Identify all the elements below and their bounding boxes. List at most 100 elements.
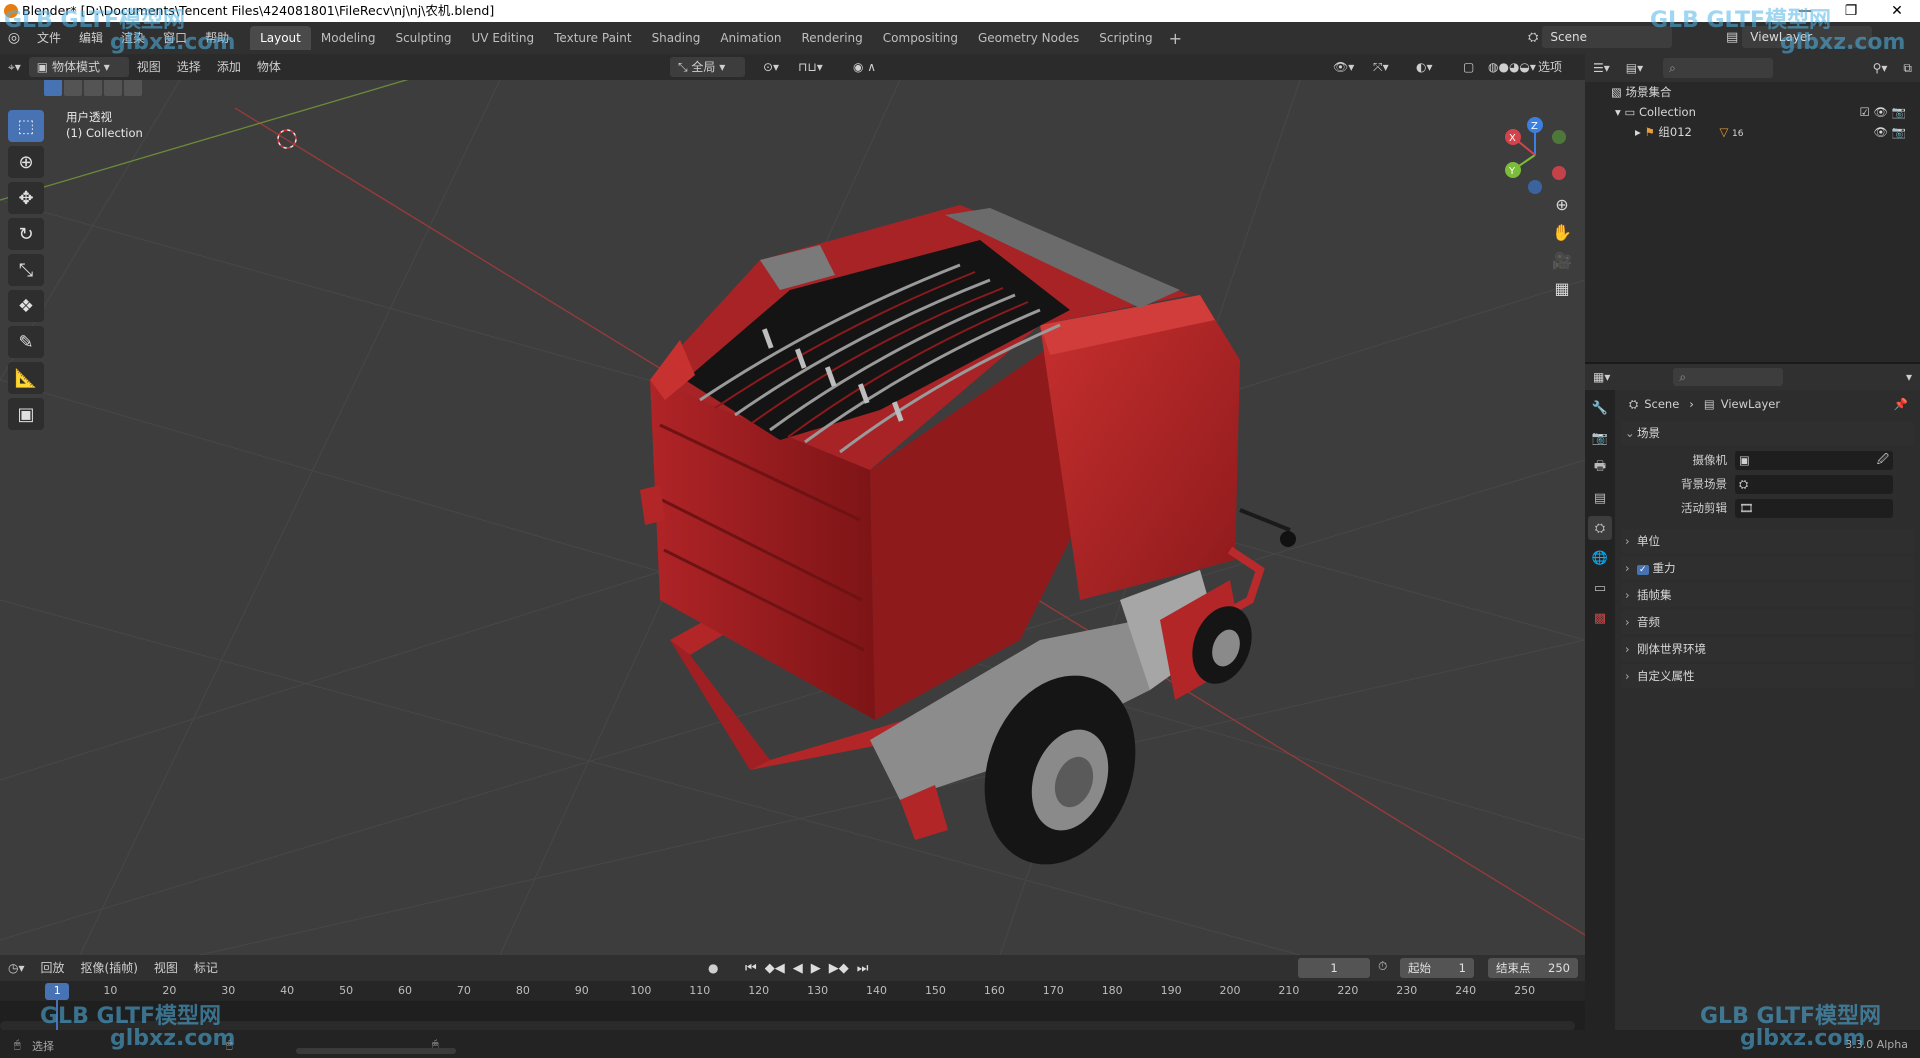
audio-panel-header[interactable]: › 音频 — [1621, 610, 1914, 634]
tab-compositing[interactable]: Compositing — [873, 26, 968, 50]
end-frame-field[interactable]: 结束点 250 — [1488, 958, 1578, 978]
current-frame-field[interactable]: 1 — [1298, 958, 1370, 978]
timeline-ruler[interactable]: 1 10 20 30 40 50 60 70 80 90 100 110 120 130 140 150 160… — [0, 981, 1585, 1001]
menu-object[interactable]: 物体 — [249, 57, 289, 77]
record-icon[interactable]: ● — [700, 958, 726, 978]
display-mode-icon[interactable]: ▤▾ — [1618, 58, 1651, 78]
tab-sculpting[interactable]: Sculpting — [385, 26, 461, 50]
play-icon[interactable]: ▶ — [811, 961, 821, 976]
tab-geometry-nodes[interactable]: Geometry Nodes — [968, 26, 1089, 50]
move-icon[interactable]: ✥ — [8, 182, 44, 214]
keying-menu[interactable]: 抠像(插帧) — [73, 958, 146, 978]
select-subtract-icon[interactable] — [84, 80, 102, 96]
add-workspace-button[interactable]: + — [1163, 29, 1188, 48]
outliner-search-input[interactable]: ⌕ — [1663, 58, 1774, 78]
proportional-edit-icon[interactable]: ◉ ∧ — [845, 57, 884, 77]
outliner-object-row[interactable]: ▸ ⚑ 组012 ▽ 16 👁 📷 — [1585, 122, 1920, 142]
annotate-icon[interactable]: ✎ — [8, 326, 44, 358]
transform-icon[interactable]: ❖ — [8, 290, 44, 322]
editor-type-icon[interactable]: ⌖▾ — [0, 57, 29, 77]
properties-editor-icon[interactable]: ▦▾ — [1585, 367, 1618, 387]
snap-icon[interactable]: ⊓⊔▾ — [790, 57, 831, 77]
world-tab-icon[interactable]: 🌐 — [1588, 546, 1612, 570]
new-collection-icon[interactable]: ⧉ — [1895, 58, 1920, 78]
outliner-collection-row[interactable]: ▾ ▭ Collection ☑ 👁 📷 — [1585, 102, 1920, 122]
rotate-icon[interactable]: ↻ — [8, 218, 44, 250]
camera-view-icon[interactable]: 🎥 — [1548, 246, 1576, 274]
3d-cursor[interactable] — [277, 129, 297, 149]
properties-options-icon[interactable]: ▾ — [1898, 367, 1920, 387]
camera-field[interactable]: ▣ 🖉 — [1735, 450, 1893, 471]
3d-viewport[interactable]: 用户透视 (1) Collection Z X Y ⊕ ✋ 🎥 ▦ — [0, 80, 1585, 955]
playback-menu[interactable]: 回放 — [33, 958, 73, 978]
next-keyframe-icon[interactable]: ▶◆ — [829, 961, 849, 976]
collection-tab-icon[interactable]: ▭ — [1588, 576, 1612, 600]
outliner-editor-icon[interactable]: ☰▾ — [1585, 58, 1618, 78]
timeline-editor-icon[interactable]: ◷▾ — [0, 958, 33, 978]
close-button[interactable]: ✕ — [1874, 0, 1920, 22]
area-divider[interactable] — [1585, 362, 1920, 364]
tab-texture-paint[interactable]: Texture Paint — [544, 26, 641, 50]
active-clip-field[interactable]: 🎞 — [1735, 498, 1893, 518]
play-reverse-icon[interactable]: ◀ — [793, 961, 803, 976]
timeline-view-menu[interactable]: 视图 — [146, 958, 186, 978]
menu-select[interactable]: 选择 — [169, 57, 209, 77]
baler-model[interactable] — [640, 205, 1296, 886]
keying-sets-panel-header[interactable]: › 插帧集 — [1621, 583, 1914, 607]
select-extend-icon[interactable] — [64, 80, 82, 96]
options-button[interactable]: 选项 — [1530, 57, 1570, 77]
scene-icon[interactable]: ⛭ — [1528, 30, 1538, 45]
menu-add[interactable]: 添加 — [209, 57, 249, 77]
measure-icon[interactable]: 📐 — [8, 362, 44, 394]
units-panel-header[interactable]: › 单位 — [1621, 529, 1914, 553]
gravity-panel-header[interactable]: › ✓ 重力 — [1621, 556, 1914, 580]
tab-uv-editing[interactable]: UV Editing — [462, 26, 545, 50]
gravity-checkbox[interactable]: ✓ — [1637, 565, 1649, 575]
prev-keyframe-icon[interactable]: ◆◀ — [765, 961, 785, 976]
xray-icon[interactable]: ▢ — [1455, 57, 1482, 77]
pan-hand-icon[interactable]: ✋ — [1548, 218, 1576, 246]
tab-rendering[interactable]: Rendering — [792, 26, 873, 50]
tab-layout[interactable]: Layout — [250, 26, 311, 50]
filter-icon[interactable]: ⚲▾ — [1865, 58, 1896, 78]
tab-modeling[interactable]: Modeling — [311, 26, 386, 50]
select-invert-icon[interactable] — [104, 80, 122, 96]
view-layer-tab-icon[interactable]: ▤ — [1588, 486, 1612, 510]
tool-tab-icon[interactable]: 🔧 — [1588, 396, 1612, 420]
tab-animation[interactable]: Animation — [710, 26, 791, 50]
stopwatch-icon[interactable]: ⏱ — [1378, 959, 1387, 974]
eyedropper-icon[interactable]: 🖉 — [1877, 452, 1889, 471]
cursor-icon[interactable]: ⊕ — [8, 146, 44, 178]
select-box-icon[interactable]: ⬚ — [8, 110, 44, 142]
menu-view[interactable]: 视图 — [129, 57, 169, 77]
overlay-toggle-icon[interactable]: ◐▾ — [1408, 57, 1441, 77]
navigation-gizmo[interactable]: Z X Y — [1495, 115, 1575, 195]
camera-icon[interactable]: 📷 — [1892, 105, 1906, 119]
jump-end-icon[interactable]: ⏭ — [857, 961, 869, 976]
select-intersect-icon[interactable] — [124, 80, 142, 96]
orientation-selector[interactable]: ⤡ 全局 ▾ — [670, 57, 745, 77]
jump-start-icon[interactable]: ⏮ — [745, 961, 757, 976]
scale-icon[interactable]: ⤡ — [8, 254, 44, 286]
scene-tab-icon[interactable]: ⛭ — [1588, 516, 1612, 540]
tab-shading[interactable]: Shading — [642, 26, 711, 50]
texture-tab-icon[interactable]: ▩ — [1588, 606, 1612, 630]
zoom-icon[interactable]: ⊕ — [1548, 190, 1576, 218]
rigid-body-panel-header[interactable]: › 刚体世界环境 — [1621, 637, 1914, 661]
object-camera-icon[interactable]: 📷 — [1892, 125, 1906, 139]
collection-checkbox[interactable]: ☑ — [1859, 105, 1869, 119]
select-new-icon[interactable] — [44, 80, 62, 96]
mode-selector[interactable]: ▣ 物体模式 ▾ — [28, 57, 129, 77]
render-tab-icon[interactable]: 📷 — [1588, 426, 1612, 450]
pin-icon[interactable]: 📌 — [1894, 397, 1908, 411]
gizmo-toggle-icon[interactable]: ⤧▾ — [1365, 57, 1397, 77]
maximize-button[interactable]: ❐ — [1828, 0, 1874, 22]
tab-scripting[interactable]: Scripting — [1089, 26, 1162, 50]
object-eye-icon[interactable]: 👁 — [1873, 125, 1888, 139]
visibility-icon[interactable]: 👁▾ — [1325, 57, 1362, 77]
marker-menu[interactable]: 标记 — [186, 958, 226, 978]
properties-search-input[interactable]: ⌕ — [1673, 368, 1784, 386]
add-cube-icon[interactable]: ▣ — [8, 398, 44, 430]
start-frame-field[interactable]: 起始 1 — [1400, 958, 1474, 978]
outliner-scene-collection[interactable]: ▧ 场景集合 — [1585, 82, 1920, 102]
